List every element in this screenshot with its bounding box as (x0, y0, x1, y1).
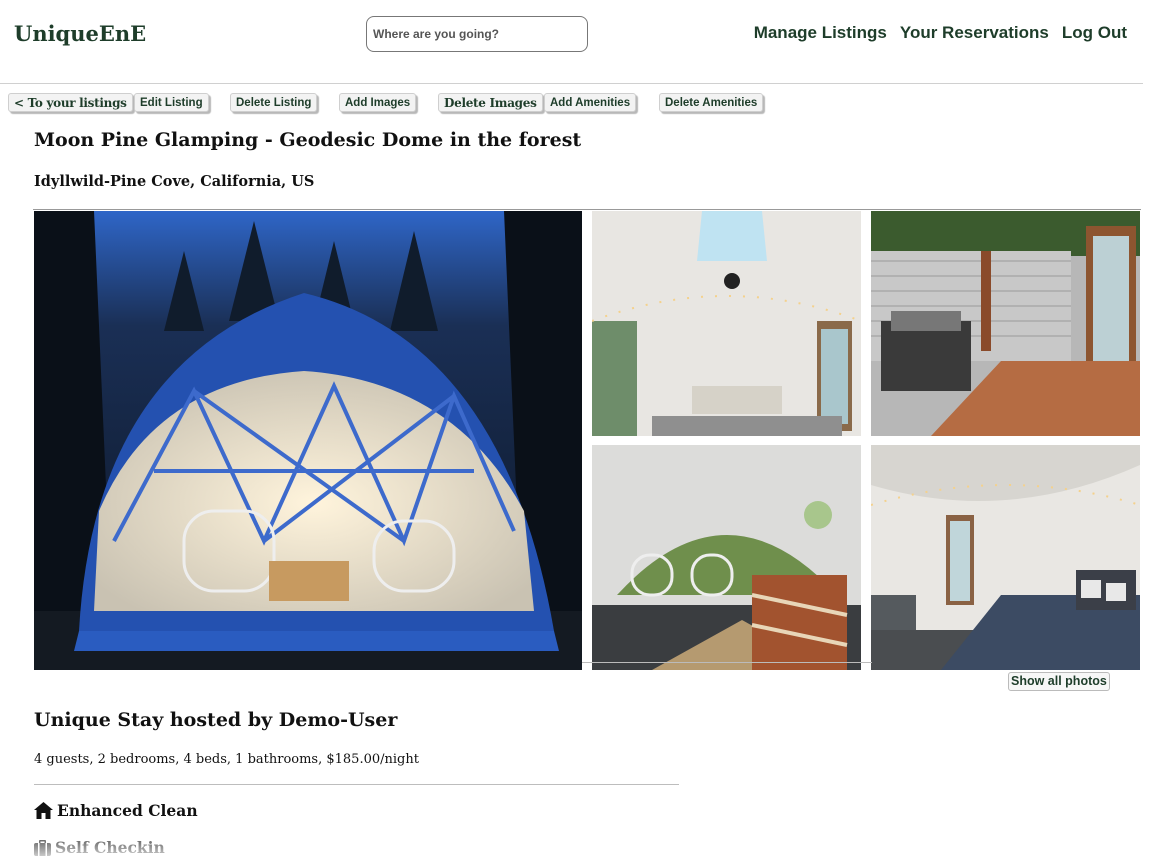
top-header: UniqueEnE Manage Listings Your Reservati… (0, 0, 1143, 84)
nav-manage-listings[interactable]: Manage Listings (754, 23, 887, 43)
delete-amenities-button[interactable]: Delete Amenities (659, 93, 764, 112)
amenity-label: Enhanced Clean (57, 801, 198, 820)
add-images-button[interactable]: Add Images (339, 93, 417, 112)
amenity-item: Self Checkin (34, 838, 165, 857)
back-to-listings-button[interactable]: < To your listings (8, 93, 133, 112)
gallery-divider (582, 662, 872, 663)
gallery-photo-3[interactable] (871, 211, 1140, 436)
amenity-item: Enhanced Clean (34, 801, 198, 820)
edit-listing-button[interactable]: Edit Listing (134, 93, 209, 112)
delete-listing-button[interactable]: Delete Listing (230, 93, 318, 112)
suitcase-icon (34, 839, 51, 856)
listing-toolbar: < To your listings Edit Listing Delete L… (0, 93, 1143, 113)
top-nav: Manage Listings Your Reservations Log Ou… (754, 23, 1127, 43)
gallery-photo-2[interactable] (592, 211, 861, 436)
listing-title: Moon Pine Glamping - Geodesic Dome in th… (34, 129, 582, 151)
gallery-photo-4[interactable] (592, 445, 861, 670)
search-input[interactable] (366, 16, 588, 52)
nav-log-out[interactable]: Log Out (1062, 23, 1127, 43)
gallery-photo-5[interactable] (871, 445, 1140, 670)
bottom-fade (0, 825, 1151, 859)
add-amenities-button[interactable]: Add Amenities (544, 93, 637, 112)
delete-images-button[interactable]: Delete Images (438, 93, 543, 112)
photo-gallery (33, 209, 1141, 670)
amenity-label: Self Checkin (55, 838, 165, 857)
listing-location: Idyllwild-Pine Cove, California, US (34, 173, 315, 190)
section-divider (34, 784, 679, 785)
main-photo[interactable] (34, 211, 582, 670)
home-icon (34, 802, 53, 819)
listing-details: 4 guests, 2 bedrooms, 4 beds, 1 bathroom… (34, 752, 419, 767)
host-heading: Unique Stay hosted by Demo-User (34, 709, 398, 731)
show-all-photos-button[interactable]: Show all photos (1008, 672, 1110, 691)
nav-your-reservations[interactable]: Your Reservations (900, 23, 1049, 43)
logo[interactable]: UniqueEnE (14, 21, 146, 46)
